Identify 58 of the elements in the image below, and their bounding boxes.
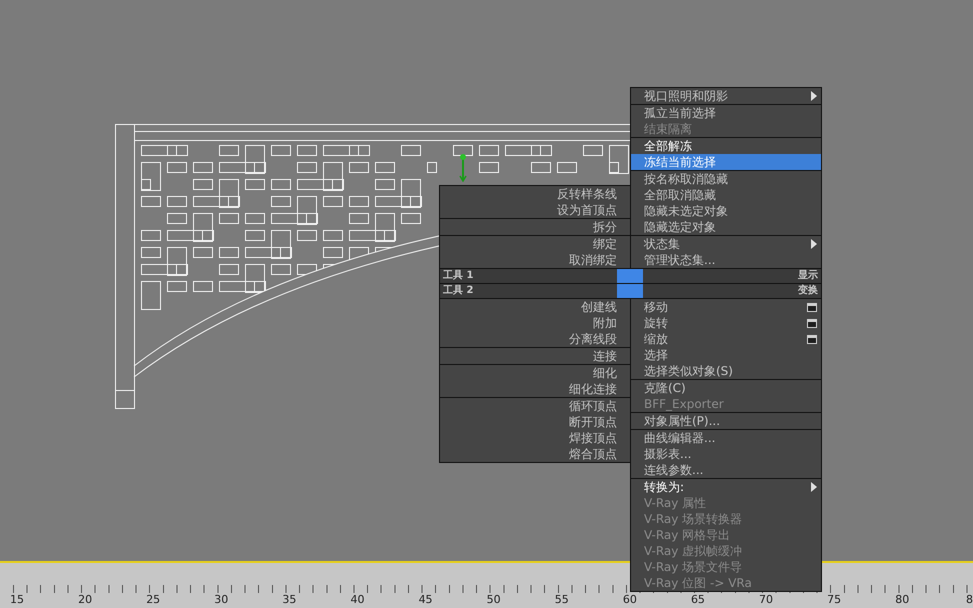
menu-item[interactable]: 细化连接 xyxy=(440,381,630,397)
menu-item[interactable]: 隐藏未选定对象 xyxy=(631,203,821,219)
menu-item[interactable]: 焊接顶点 xyxy=(440,430,630,446)
menu-item[interactable]: 连接 xyxy=(440,348,630,364)
frame-number: 8 xyxy=(966,593,973,606)
menu-item[interactable]: 摄影表... xyxy=(631,446,821,462)
frame-number: 60 xyxy=(622,593,638,606)
menu-item[interactable]: 视口照明和阴影 xyxy=(631,88,821,104)
menu-item[interactable]: 管理状态集... xyxy=(631,252,821,268)
menu-item[interactable]: 分离线段 xyxy=(440,331,630,347)
menu-item[interactable]: 转换为: xyxy=(631,479,821,495)
pivot-axis-icon xyxy=(458,153,468,182)
menu-item[interactable]: 孤立当前选择 xyxy=(631,105,821,121)
frame-number: 30 xyxy=(214,593,230,606)
menu-item[interactable]: 全部解冻 xyxy=(631,138,821,154)
menu-item[interactable]: 附加 xyxy=(440,315,630,331)
frame-number: 65 xyxy=(690,593,706,606)
frame-number: 80 xyxy=(895,593,910,606)
menu-item[interactable]: 缩放 xyxy=(631,331,821,347)
frame-number: 15 xyxy=(10,593,25,606)
menu-item[interactable]: 熔合顶点 xyxy=(440,446,630,462)
option-box-icon[interactable] xyxy=(807,318,817,328)
menu-item[interactable]: 选择类似对象(S) xyxy=(631,363,821,379)
menu-item[interactable]: 创建线 xyxy=(440,299,630,315)
menu-item[interactable]: 绑定 xyxy=(440,236,630,252)
menu-item[interactable]: 曲线编辑器... xyxy=(631,430,821,446)
frame-number: 70 xyxy=(759,593,774,606)
frame-number: 20 xyxy=(78,593,94,606)
frame-number: 35 xyxy=(282,593,298,606)
menu-item[interactable]: 选择 xyxy=(631,347,821,363)
menu-item[interactable]: 状态集 xyxy=(631,236,821,252)
menu-item[interactable]: 细化 xyxy=(440,365,630,381)
menu-item[interactable]: 取消绑定 xyxy=(440,252,630,268)
menu-item[interactable]: 连线参数... xyxy=(631,462,821,478)
frame-number: 75 xyxy=(827,593,842,606)
menu-item[interactable]: 移动 xyxy=(631,299,821,315)
menu-item[interactable]: 反转样条线 xyxy=(440,186,630,202)
menu-item[interactable]: 循环顶点 xyxy=(440,398,630,414)
menu-item[interactable]: 旋转 xyxy=(631,315,821,331)
frame-number: 45 xyxy=(418,593,434,606)
frame-number: 55 xyxy=(554,593,570,606)
menu-item[interactable]: 按名称取消隐藏 xyxy=(631,171,821,187)
submenu-arrow-icon xyxy=(811,239,817,249)
frame-number: 25 xyxy=(146,593,162,606)
menu-item[interactable]: 断开顶点 xyxy=(440,414,630,430)
option-box-icon[interactable] xyxy=(807,334,817,344)
submenu-arrow-icon xyxy=(811,482,817,492)
menu-item[interactable]: 全部取消隐藏 xyxy=(631,187,821,203)
submenu-arrow-icon xyxy=(811,91,817,101)
menu-item[interactable]: 拆分 xyxy=(440,219,630,235)
menu-item[interactable]: 对象属性(P)... xyxy=(631,413,821,429)
menu-item[interactable]: 克隆(C) xyxy=(631,380,821,396)
menu-item[interactable]: 隐藏选定对象 xyxy=(631,219,821,235)
menu-item[interactable]: 冻结当前选择 xyxy=(631,154,821,170)
menu-item[interactable]: 设为首顶点 xyxy=(440,202,630,218)
option-box-icon[interactable] xyxy=(807,302,817,312)
frame-number: 40 xyxy=(350,593,366,606)
frame-number: 50 xyxy=(486,593,502,606)
